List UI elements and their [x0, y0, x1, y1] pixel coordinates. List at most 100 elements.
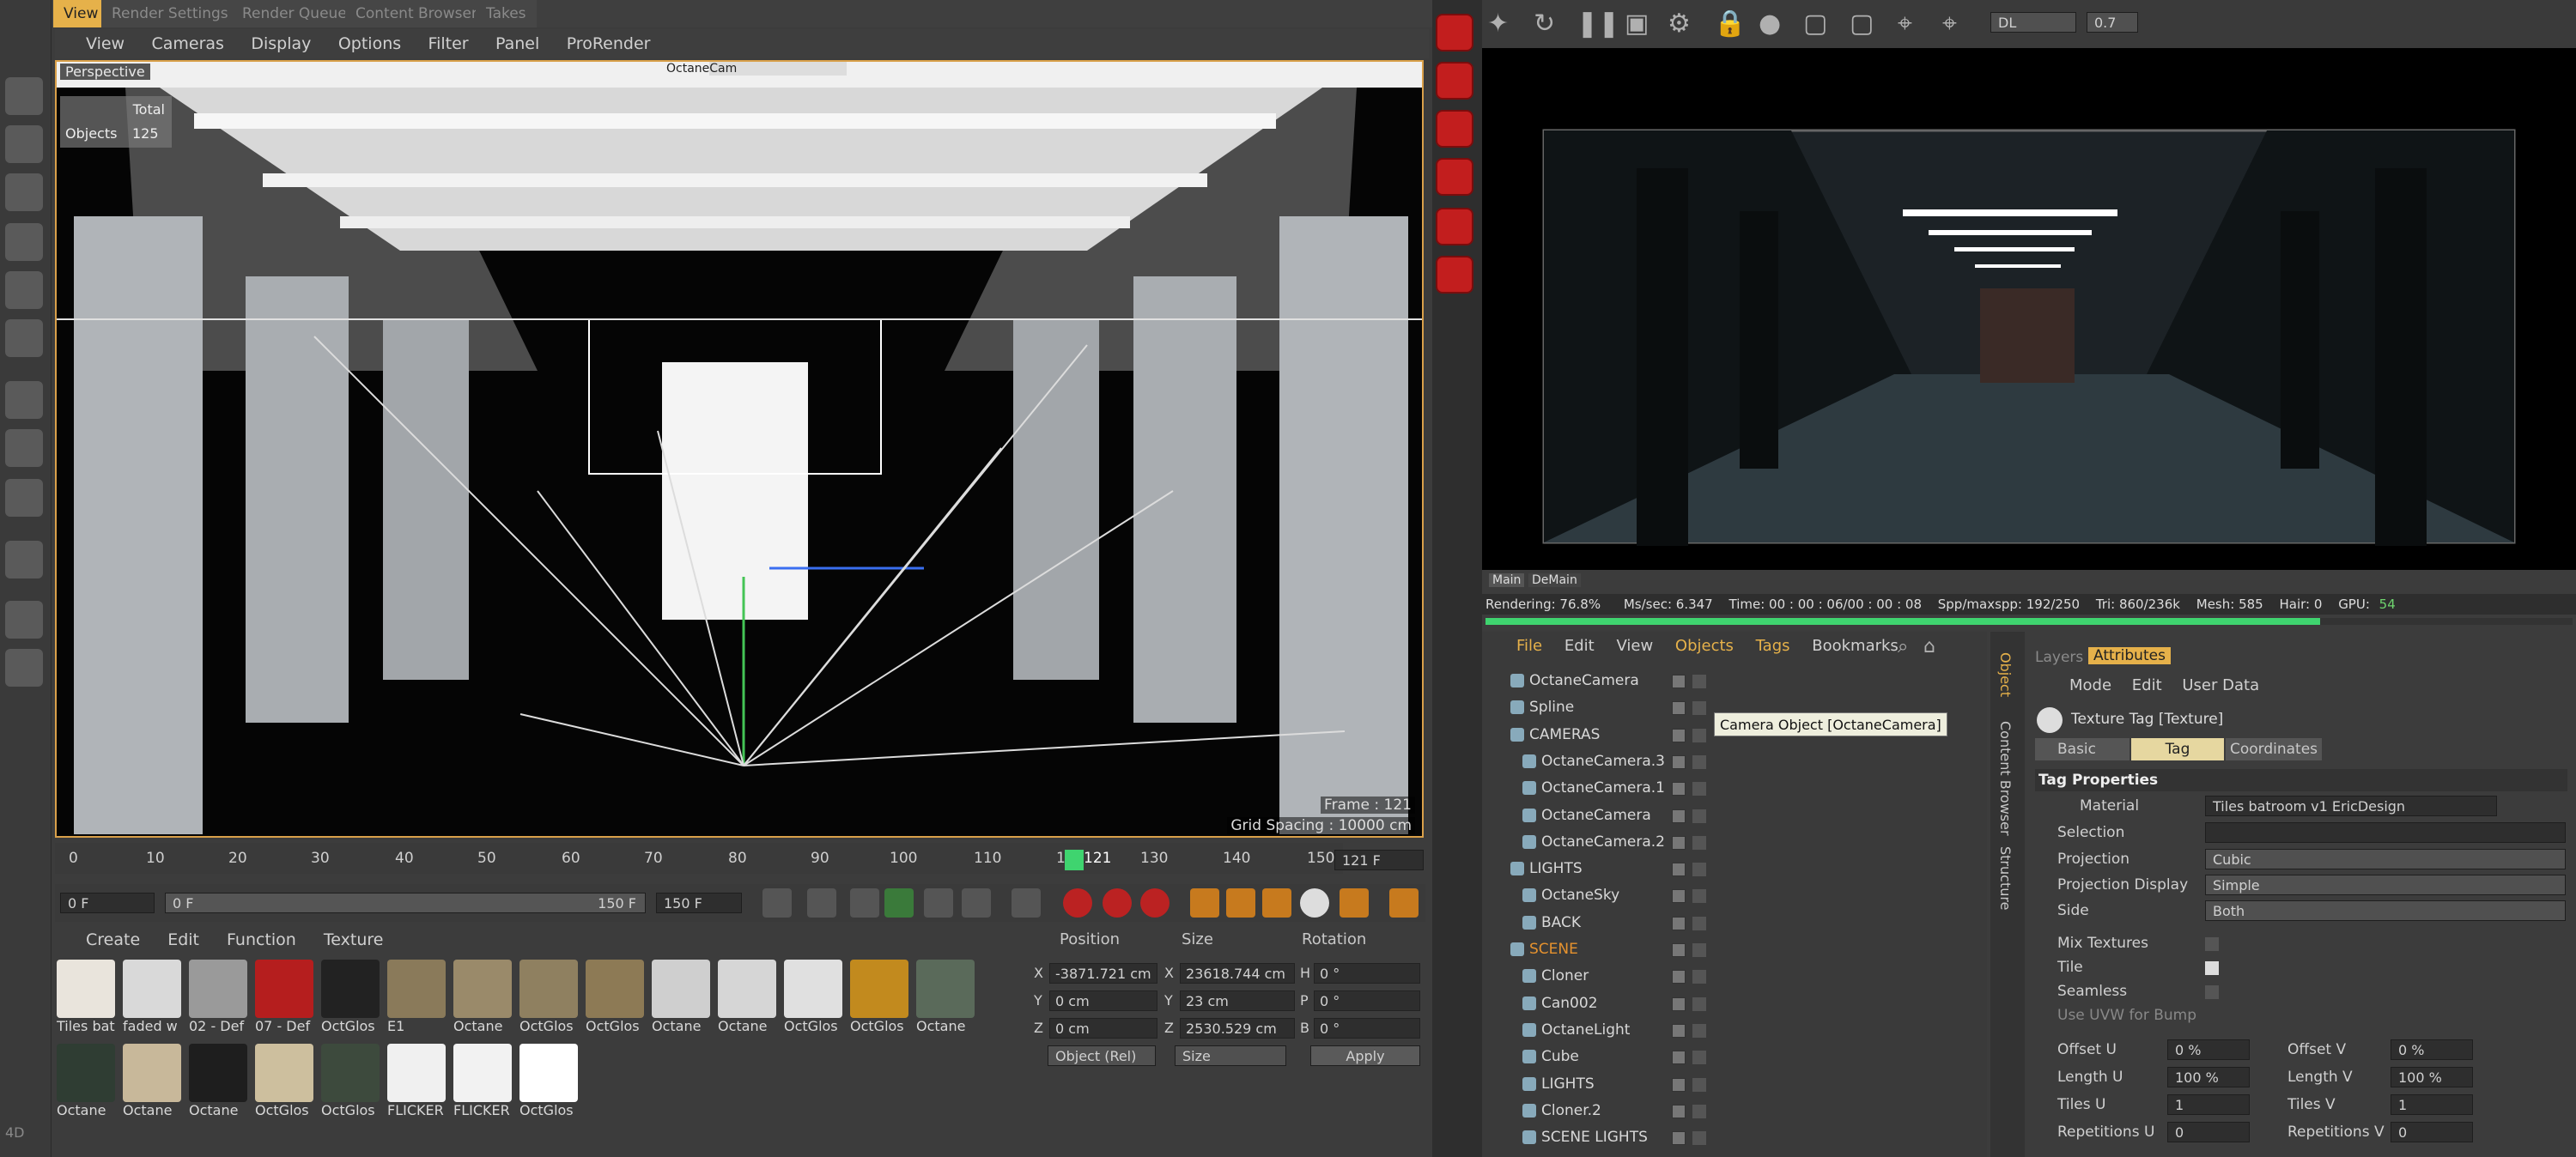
render-toggle[interactable]	[1692, 916, 1706, 930]
attr-tab-layers[interactable]: Layers	[2035, 649, 2083, 666]
visibility-toggle[interactable]	[1672, 1051, 1686, 1065]
object-list-item[interactable]: OctaneCamera.2	[1490, 829, 1988, 856]
checker-tool-icon[interactable]	[5, 125, 43, 163]
attr-tab-attributes[interactable]: Attributes	[2088, 647, 2171, 664]
polygon-tool-icon[interactable]	[5, 223, 43, 261]
menu-obj-edit[interactable]: Edit	[1564, 637, 1595, 655]
material-swatch[interactable]	[718, 960, 776, 1018]
material-swatch[interactable]	[189, 960, 247, 1018]
visibility-toggle[interactable]	[1672, 916, 1686, 930]
object-list-item[interactable]: Cloner.2	[1490, 1098, 1988, 1124]
render-toggle[interactable]	[1692, 1104, 1706, 1118]
end-frame-field[interactable]: 150 F	[656, 893, 742, 913]
offset-u-field[interactable]: 0 %	[2167, 1039, 2250, 1060]
render-toggle[interactable]	[1692, 943, 1706, 957]
visibility-toggle[interactable]	[1672, 728, 1686, 742]
zoom-field[interactable]: 0.7	[2087, 12, 2138, 33]
size-field[interactable]: 23618.744 cm	[1180, 963, 1295, 984]
start-frame-field[interactable]: 0 F	[60, 893, 155, 913]
menu-obj-view[interactable]: View	[1616, 637, 1653, 655]
autokey-icon[interactable]	[1103, 888, 1132, 918]
rotation-field[interactable]: 0 °	[1314, 1018, 1420, 1039]
pla-key-icon[interactable]	[1340, 888, 1369, 918]
menu-filter[interactable]: Filter	[428, 29, 469, 58]
menu-create[interactable]: Create	[86, 930, 140, 949]
object-home-icon[interactable]: ⌂	[1923, 635, 1935, 659]
menu-mat-edit[interactable]: Edit	[167, 930, 199, 949]
subtab-coordinates[interactable]: Coordinates	[2226, 738, 2322, 760]
mouse-tool-icon[interactable]	[5, 429, 43, 467]
position-field[interactable]: 0 cm	[1049, 1018, 1157, 1039]
size-field[interactable]: 2530.529 cm	[1180, 1018, 1295, 1039]
object-list-item[interactable]: SCENE LIGHTS	[1490, 1124, 1988, 1151]
visibility-toggle[interactable]	[1672, 1023, 1686, 1038]
side-tab-structure[interactable]: Structure	[1997, 846, 2014, 910]
current-frame-field[interactable]: 121 F	[1334, 850, 1424, 870]
visibility-toggle[interactable]	[1672, 1131, 1686, 1146]
param-key-icon[interactable]	[1300, 888, 1329, 918]
side-select[interactable]: Both	[2205, 900, 2566, 921]
object-list-item[interactable]: OctaneCamera	[1490, 803, 1988, 829]
coord-mode-select[interactable]: Object (Rel)	[1048, 1045, 1156, 1066]
material-swatch[interactable]	[387, 960, 446, 1018]
move-key-icon[interactable]	[1190, 888, 1219, 918]
mix-textures-checkbox[interactable]	[2205, 937, 2219, 951]
pause-render-icon[interactable]: ❚❚	[1577, 5, 1619, 43]
octane-cloud-icon[interactable]	[1436, 110, 1473, 148]
material-swatch[interactable]	[255, 1044, 313, 1102]
object-list-item[interactable]: OctaneSky	[1490, 882, 1988, 909]
visibility-toggle[interactable]	[1672, 782, 1686, 797]
material-swatch[interactable]	[57, 960, 115, 1018]
menu-texture[interactable]: Texture	[324, 930, 384, 949]
octane-object-icon[interactable]	[1436, 256, 1473, 294]
visibility-toggle[interactable]	[1672, 1077, 1686, 1092]
grid-tool-icon[interactable]	[5, 601, 43, 639]
coord-size-select[interactable]: Size	[1175, 1045, 1286, 1066]
object-list-item[interactable]: BACK	[1490, 910, 1988, 936]
material-swatch[interactable]	[519, 1044, 578, 1102]
object-list-item[interactable]: SCENE	[1490, 936, 1988, 963]
rotation-field[interactable]: 0 °	[1314, 963, 1420, 984]
material-swatch[interactable]	[453, 1044, 512, 1102]
film-region-icon[interactable]: ▢	[1850, 5, 1874, 43]
render-toggle[interactable]	[1692, 701, 1706, 716]
render-region-icon[interactable]: ▣	[1625, 5, 1649, 43]
kernel-select[interactable]: DL	[1990, 12, 2076, 33]
material-swatch[interactable]	[387, 1044, 446, 1102]
repetitions-v-field[interactable]: 0	[2391, 1122, 2473, 1142]
tiles-u-field[interactable]: 1	[2167, 1094, 2250, 1115]
visibility-toggle[interactable]	[1672, 996, 1686, 1011]
render-viewer[interactable]	[1482, 48, 2576, 570]
apply-button[interactable]: Apply	[1310, 1045, 1420, 1066]
render-toggle[interactable]	[1692, 1051, 1706, 1065]
render-toggle[interactable]	[1692, 675, 1706, 688]
tiles-v-field[interactable]: 1	[2391, 1094, 2473, 1115]
render-toggle[interactable]	[1692, 996, 1706, 1011]
edge-tool-icon[interactable]	[5, 271, 43, 309]
settings-icon[interactable]: ⚙	[1668, 5, 1691, 43]
material-swatch[interactable]	[586, 960, 644, 1018]
object-list-item[interactable]: LIGHTS	[1490, 856, 1988, 882]
pick-material-icon[interactable]: ⌖	[1942, 5, 1957, 43]
render-toggle[interactable]	[1692, 835, 1706, 850]
go-to-start-icon[interactable]	[762, 888, 792, 918]
tab-content-browser[interactable]: Content Browser	[345, 0, 488, 27]
prev-key-icon[interactable]	[807, 888, 836, 918]
octane-logo-icon[interactable]: ✦	[1487, 5, 1509, 43]
magnet-tool-icon[interactable]	[5, 541, 43, 578]
attr-menu-edit[interactable]: Edit	[2132, 676, 2162, 694]
object-list-item[interactable]: Cloner	[1490, 963, 1988, 990]
projection-display-select[interactable]: Simple	[2205, 875, 2566, 895]
region-icon[interactable]: ▢	[1803, 5, 1827, 43]
next-frame-icon[interactable]	[924, 888, 953, 918]
size-field[interactable]: 23 cm	[1180, 990, 1295, 1011]
side-tab-content-browser[interactable]: Content Browser	[1997, 721, 2014, 836]
render-toggle[interactable]	[1692, 1077, 1706, 1092]
subtab-basic[interactable]: Basic	[2035, 738, 2129, 760]
restart-render-icon[interactable]: ↻	[1534, 5, 1555, 43]
scale-key-icon[interactable]	[1226, 888, 1255, 918]
length-v-field[interactable]: 100 %	[2391, 1067, 2473, 1087]
material-swatch[interactable]	[123, 1044, 181, 1102]
length-u-field[interactable]: 100 %	[2167, 1067, 2250, 1087]
menu-bookmarks[interactable]: Bookmarks	[1812, 637, 1899, 655]
